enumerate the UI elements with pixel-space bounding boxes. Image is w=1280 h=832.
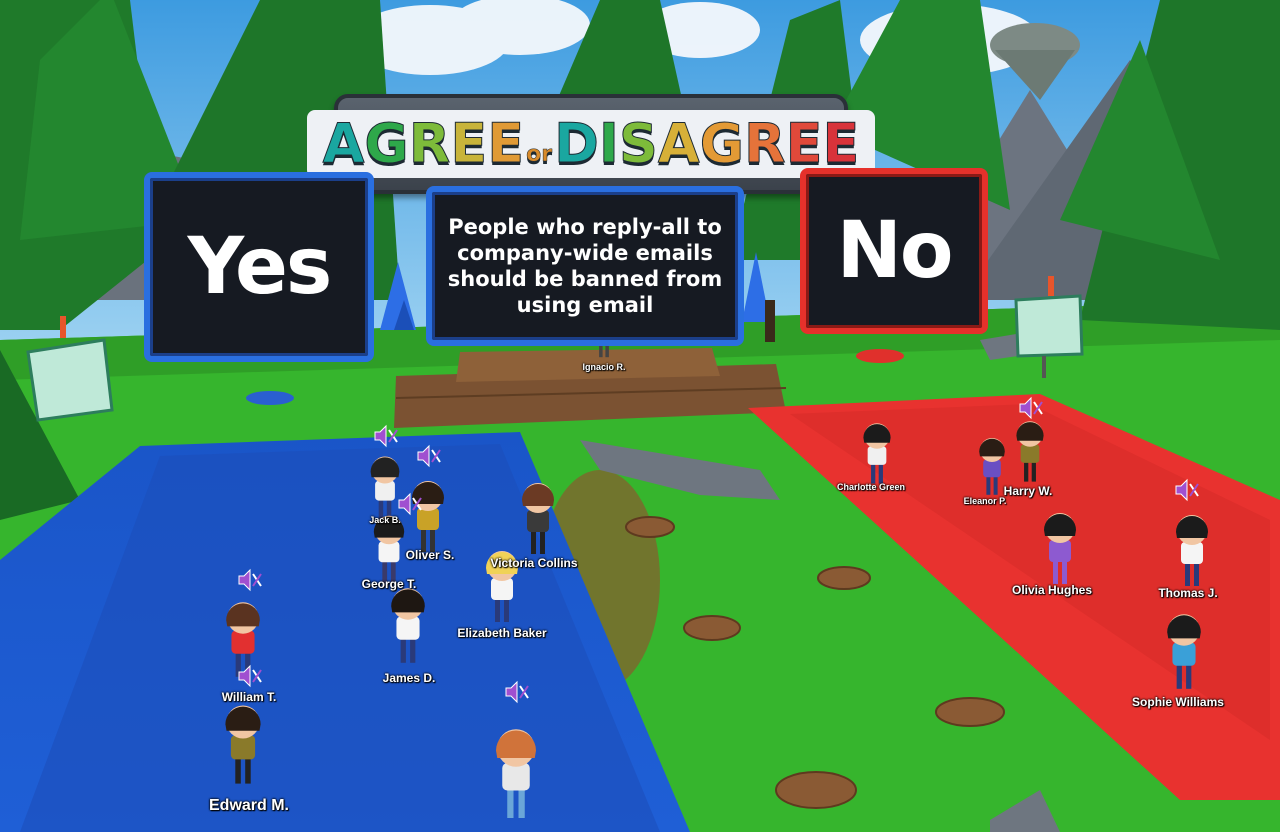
title-letter: I xyxy=(598,112,619,175)
title-letter: S xyxy=(619,112,659,175)
title-letter: E xyxy=(450,112,488,175)
spawn-pad xyxy=(856,349,904,363)
player-name-label[interactable]: Eleanor P. xyxy=(964,496,1007,506)
no-board: No xyxy=(800,168,988,334)
player-name-label[interactable]: Edward M. xyxy=(209,797,289,815)
player-name-label[interactable]: Olivia Hughes xyxy=(1012,583,1092,597)
player-name-label[interactable]: Oliver S. xyxy=(406,548,455,562)
title-letter: E xyxy=(822,112,860,175)
title-letter: G xyxy=(364,112,409,175)
player-name-label[interactable]: George T. xyxy=(362,577,417,591)
title-letter: or xyxy=(526,142,553,168)
yes-board: Yes xyxy=(144,172,374,362)
spawn-pad xyxy=(246,391,294,405)
title-letter: E xyxy=(487,112,525,175)
game-title-logo: A G R E Eor D I S A G R E E xyxy=(306,110,876,178)
player-name-label[interactable]: Elizabeth Baker xyxy=(457,626,546,640)
title-letter: A xyxy=(657,112,700,175)
title-letter: D xyxy=(554,112,600,175)
question-board: People who reply-all to company-wide ema… xyxy=(426,186,744,346)
player-name-label[interactable]: Victoria Collins xyxy=(490,556,577,570)
game-title-banner: A G R E Eor D I S A G R E E xyxy=(306,94,876,194)
title-letter: E xyxy=(785,112,823,175)
player-name-label[interactable]: William T. xyxy=(222,690,277,704)
title-letter: G xyxy=(699,112,745,175)
player-name-label[interactable]: Thomas J. xyxy=(1158,586,1217,600)
no-board-label: No xyxy=(836,206,954,296)
host-name-label: Ignacio R. xyxy=(582,362,626,372)
player-name-label[interactable]: James D. xyxy=(383,671,436,685)
player-name-label[interactable]: Jack B. xyxy=(369,515,401,525)
title-letter: R xyxy=(744,112,787,175)
player-name-label[interactable]: Charlotte Green xyxy=(837,482,905,492)
title-letter: R xyxy=(408,112,451,175)
player-name-label[interactable]: Harry W. xyxy=(1004,484,1053,498)
player-name-label[interactable]: Sophie Williams xyxy=(1132,695,1224,709)
title-letter: A xyxy=(322,112,365,175)
question-text: People who reply-all to company-wide ema… xyxy=(447,215,723,317)
yes-board-label: Yes xyxy=(187,222,333,312)
